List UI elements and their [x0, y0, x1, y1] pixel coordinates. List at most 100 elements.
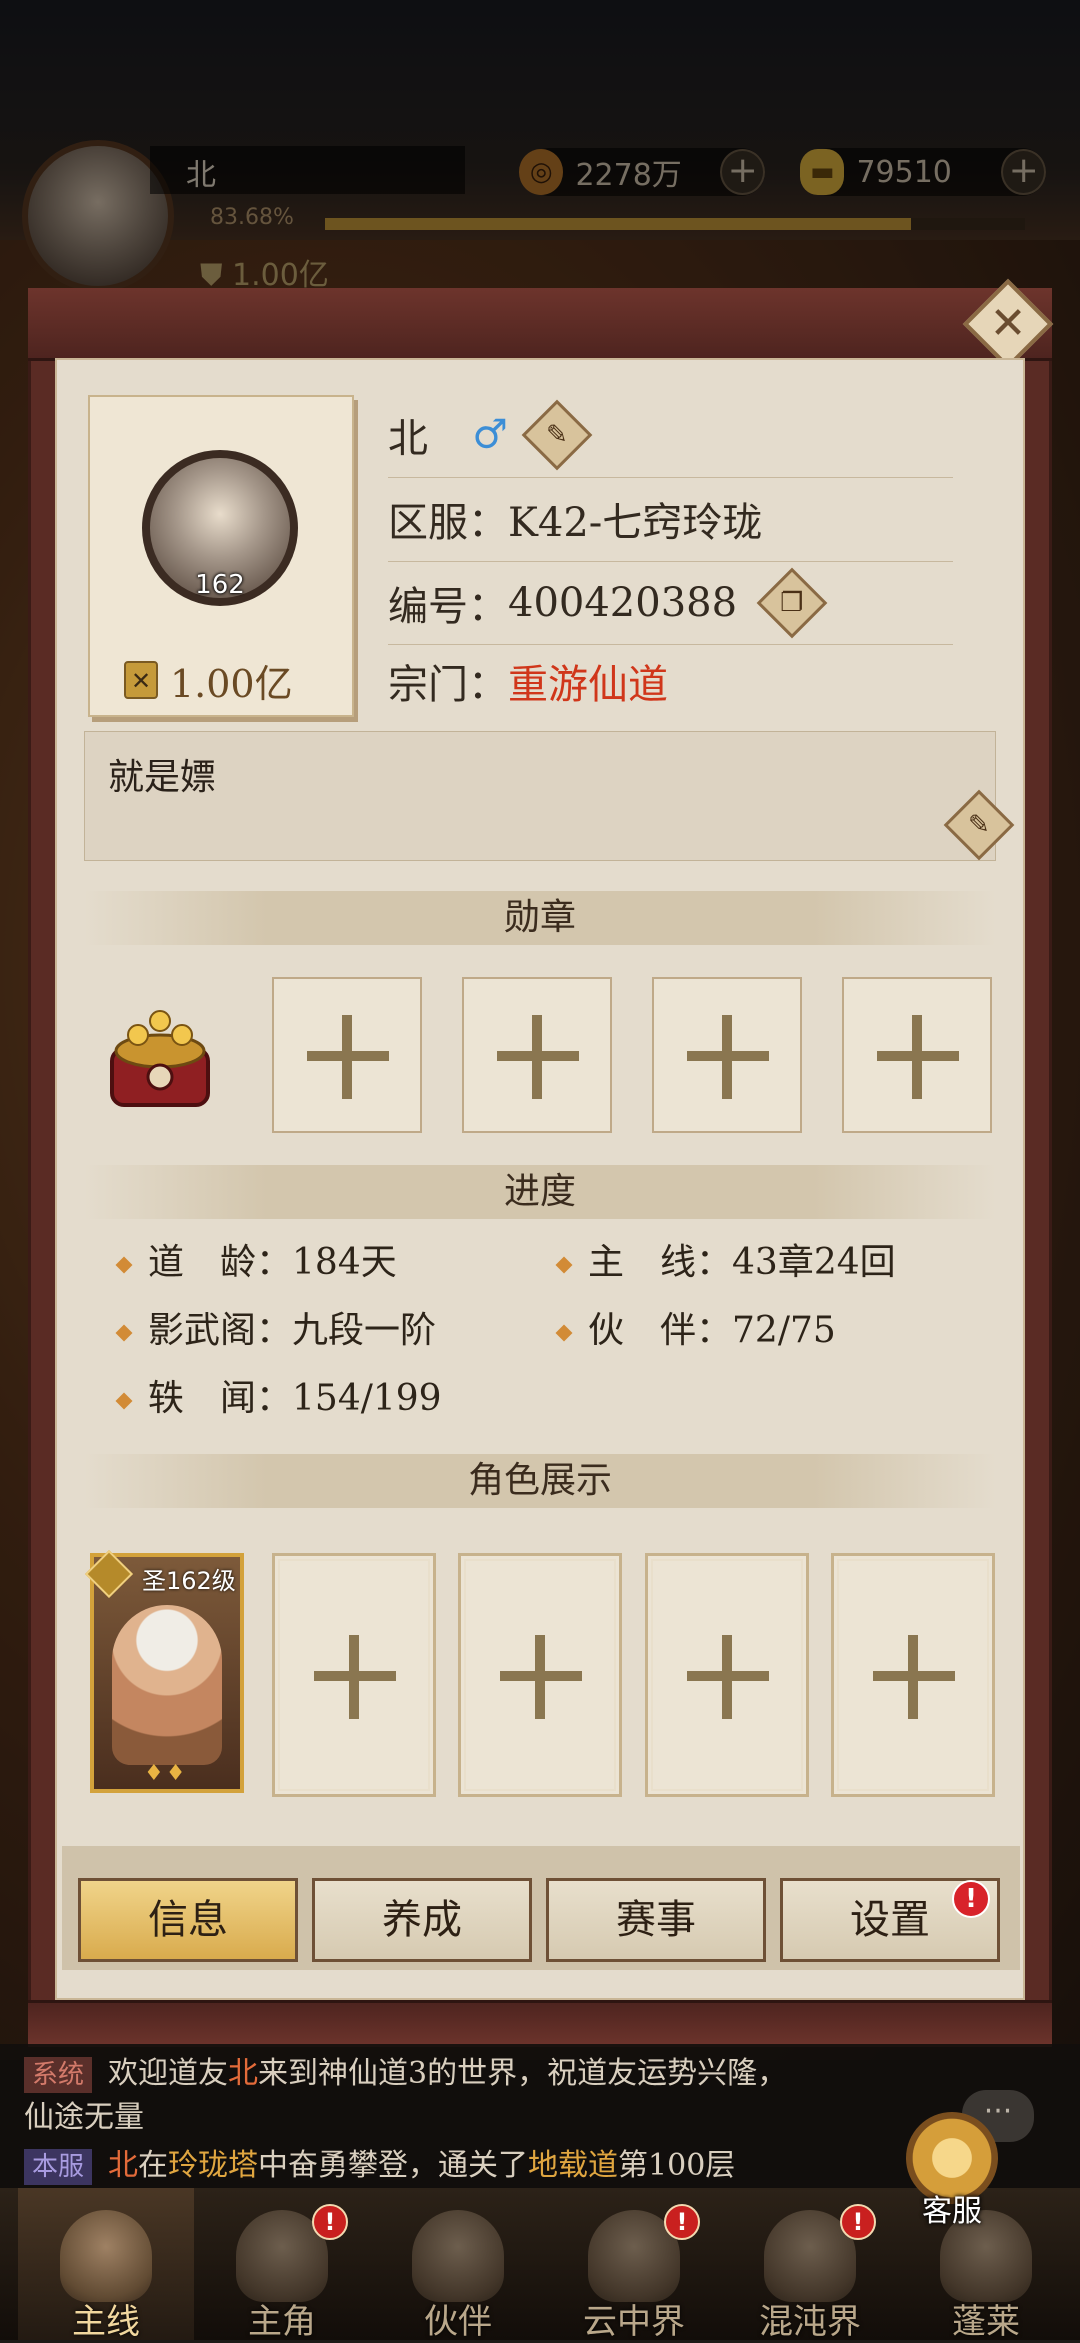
profile-power-value: 1.00亿	[170, 661, 293, 706]
progress-main-story: 主 线：43章24回	[555, 1238, 896, 1288]
rename-button[interactable]: ✎	[521, 399, 593, 471]
brush-edit-icon: ✎	[545, 419, 568, 450]
copy-icon: ❐	[780, 588, 804, 618]
id-label: 编号：	[388, 584, 508, 630]
medal-slot-3[interactable]	[652, 977, 802, 1133]
chat-player-name[interactable]: 北	[228, 2056, 258, 2091]
sect-label: 宗门：	[388, 662, 508, 708]
alert-badge: !	[312, 2204, 348, 2240]
copy-id-button[interactable]: ❐	[756, 567, 828, 639]
nav-cloud-realm[interactable]: ! 云中界	[546, 2188, 722, 2342]
tab-training[interactable]: 养成	[312, 1878, 532, 1962]
progress-label: 道 龄：	[148, 1242, 293, 1283]
chat-tag-server: 本服	[24, 2149, 93, 2185]
customer-service-button[interactable]: 客服	[892, 2104, 1012, 2229]
crossed-swords-icon	[60, 2210, 152, 2302]
hero-display-card[interactable]: 圣162级 ♦♦	[84, 1549, 244, 1793]
modal-header	[28, 288, 1052, 361]
nav-label: 主角	[248, 2302, 316, 2342]
alert-badge: !	[664, 2204, 700, 2240]
display-title: 角色展示	[84, 1454, 996, 1508]
bullet-icon	[555, 1324, 573, 1342]
chat-text: 第100层	[618, 2148, 736, 2183]
medal-chest-icon[interactable]	[98, 995, 222, 1119]
chat-text: 来到神仙道3的世界，祝道友运势兴隆，	[258, 2056, 788, 2091]
customer-service-label: 客服	[922, 2194, 982, 2229]
chat-line-server: 本服 北在玲珑塔中奋勇攀登，通关了地载道第100层	[24, 2140, 735, 2185]
server-row: 区服： K42-七窍玲珑	[388, 482, 762, 556]
chat-player-name[interactable]: 北	[108, 2148, 138, 2183]
profile-level: 162	[195, 570, 245, 600]
display-slot-4[interactable]	[645, 1553, 809, 1797]
chat-text: 中奋勇攀登，通关了	[258, 2148, 529, 2183]
nav-label: 主线	[72, 2302, 140, 2342]
display-slot-2[interactable]	[272, 1553, 436, 1797]
chat-text: 在	[138, 2148, 169, 2183]
server-label: 区服：	[388, 500, 508, 546]
nav-main-story[interactable]: 主线	[18, 2188, 194, 2342]
progress-value: 154/199	[292, 1378, 442, 1419]
divider	[388, 477, 953, 478]
progress-value: 九段一阶	[292, 1310, 437, 1351]
id-value: 400420388	[508, 580, 738, 626]
chat-dao: 地载道	[528, 2148, 619, 2183]
player-name: 北	[388, 416, 428, 462]
nav-label: 云中界	[583, 2302, 685, 2342]
progress-label: 轶 闻：	[148, 1378, 293, 1419]
bio-text: 就是嫖	[108, 757, 217, 798]
divider	[388, 561, 953, 562]
chat-tag-system: 系统	[24, 2057, 93, 2093]
male-gender-icon: ♂	[472, 412, 508, 458]
progress-anecdotes: 轶 闻：154/199	[115, 1374, 442, 1424]
server-value: K42-七窍玲珑	[508, 500, 763, 546]
sect-value[interactable]: 重游仙道	[508, 652, 668, 710]
bullet-icon	[115, 1324, 133, 1342]
close-icon: ✕	[989, 298, 1027, 349]
modal-footer	[28, 2000, 1052, 2047]
progress-partners: 伙 伴：72/75	[555, 1306, 836, 1356]
progress-value: 43章24回	[732, 1242, 896, 1283]
display-slot-5[interactable]	[831, 1553, 995, 1797]
chat-line-system: 系统 欢迎道友北来到神仙道3的世界，祝道友运势兴隆，	[24, 2048, 787, 2093]
tab-events[interactable]: 赛事	[546, 1878, 766, 1962]
progress-label: 主 线：	[588, 1242, 733, 1283]
name-row: 北 ♂ ✎	[388, 398, 593, 472]
profile-power: ✕ 1.00亿	[124, 658, 293, 706]
bullet-icon	[115, 1392, 133, 1410]
bio-box	[84, 731, 996, 861]
id-row: 编号： 400420388 ❐	[388, 566, 828, 640]
helmet-icon	[412, 2210, 504, 2302]
chat-tower: 玲珑塔	[168, 2148, 259, 2183]
power-shield-icon: ✕	[124, 661, 158, 699]
progress-title: 进度	[84, 1165, 996, 1219]
medals-title: 勋章	[84, 891, 996, 945]
progress-label: 伙 伴：	[588, 1310, 733, 1351]
progress-label: 影武阁：	[148, 1310, 293, 1351]
nav-label: 伙伴	[424, 2302, 492, 2342]
progress-shadow-pavilion: 影武阁：九段一阶	[115, 1306, 437, 1356]
progress-age: 道 龄：184天	[115, 1238, 397, 1288]
alert-badge: !	[840, 2204, 876, 2240]
progress-value: 184天	[292, 1242, 397, 1283]
settings-alert-badge: !	[952, 1880, 990, 1918]
nav-hero[interactable]: ! 主角	[194, 2188, 370, 2342]
bullet-icon	[555, 1256, 573, 1274]
tab-info[interactable]: 信息	[78, 1878, 298, 1962]
nav-label: 混沌界	[759, 2302, 861, 2342]
chat-line-continuation: 仙途无量	[24, 2100, 144, 2135]
progress-value: 72/75	[732, 1310, 836, 1351]
display-slot-3[interactable]	[458, 1553, 622, 1797]
nav-partners[interactable]: 伙伴	[370, 2188, 546, 2342]
medal-slot-4[interactable]	[842, 977, 992, 1133]
sect-row: 宗门： 重游仙道	[388, 644, 668, 718]
medal-slot-2[interactable]	[462, 977, 612, 1133]
hero-level: 圣162级	[142, 1567, 236, 1595]
chat-text: 欢迎道友	[108, 2056, 229, 2091]
medal-slot-1[interactable]	[272, 977, 422, 1133]
hero-portrait	[112, 1605, 222, 1765]
nav-chaos-realm[interactable]: ! 混沌界	[722, 2188, 898, 2342]
brush-edit-icon: ✎	[968, 809, 990, 840]
rank-badge-icon	[84, 1549, 134, 1599]
nav-label: 蓬莱	[952, 2302, 1020, 2342]
star-icons: ♦♦	[144, 1761, 188, 1786]
